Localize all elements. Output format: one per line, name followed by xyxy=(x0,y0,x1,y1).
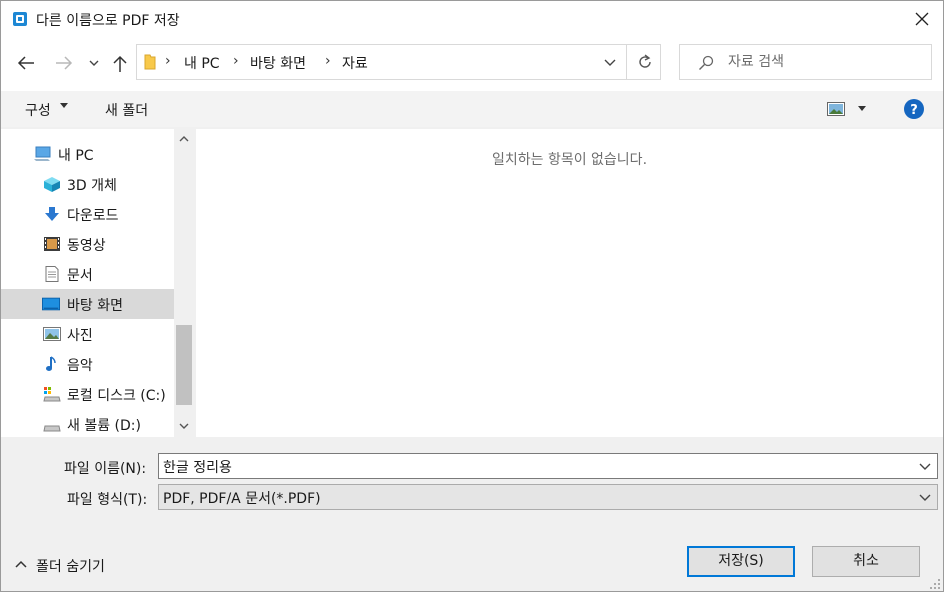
navigation-bar: › 내 PC › 바탕 화면 › 자료 xyxy=(1,37,943,91)
app-icon xyxy=(12,11,28,27)
address-history-dropdown[interactable] xyxy=(597,45,623,79)
back-button[interactable] xyxy=(13,49,37,77)
chevron-up-icon xyxy=(15,560,27,568)
nav-item-music[interactable]: 음악 xyxy=(1,349,174,379)
filename-label: 파일 이름(N): xyxy=(64,461,147,477)
nav-item-volume-d[interactable]: 새 볼륨 (D:) xyxy=(1,409,174,437)
chevron-down-icon xyxy=(604,59,616,66)
filetype-label: 파일 형식(T): xyxy=(67,492,148,508)
nav-item-label: 새 볼륨 (D:) xyxy=(67,418,141,434)
hide-folders-label: 폴더 숨기기 xyxy=(36,559,105,575)
nav-item-label: 바탕 화면 xyxy=(67,298,123,314)
video-icon xyxy=(44,237,60,251)
nav-item-pictures[interactable]: 사진 xyxy=(1,319,174,349)
nav-item-label: 동영상 xyxy=(67,238,106,254)
filename-input[interactable]: 한글 정리용 xyxy=(163,457,232,477)
recent-locations-button[interactable] xyxy=(85,49,103,77)
nav-item-3d-objects[interactable]: 3D 개체 xyxy=(1,169,174,199)
nav-item-label: 내 PC xyxy=(58,148,94,164)
navigation-scrollbar[interactable] xyxy=(174,129,194,437)
document-icon xyxy=(45,266,59,282)
computer-icon xyxy=(34,146,51,161)
music-icon xyxy=(46,356,56,371)
nav-item-videos[interactable]: 동영상 xyxy=(1,229,174,259)
chevron-down-icon xyxy=(89,60,99,66)
desktop-icon xyxy=(42,297,60,311)
nav-item-label: 음악 xyxy=(67,358,93,374)
nav-item-local-disk-c[interactable]: 로컬 디스크 (C:) xyxy=(1,379,174,409)
3d-objects-icon xyxy=(44,177,60,192)
save-form: 파일 이름(N): 한글 정리용 파일 형식(T): PDF, PDF/A 문서… xyxy=(1,438,943,591)
navigation-pane: 내 PC 3D 개체 다운로드 동영상 문서 바탕 화면 사진 음악 로컬 디스… xyxy=(1,129,194,437)
command-bar: 구성 새 폴더 ? xyxy=(1,91,943,127)
arrow-left-icon xyxy=(17,56,34,70)
file-list[interactable]: 일치하는 항목이 없습니다. xyxy=(196,129,943,437)
arrow-right-icon xyxy=(56,56,73,70)
filetype-select[interactable]: PDF, PDF/A 문서(*.PDF) xyxy=(158,484,938,510)
filetype-value: PDF, PDF/A 문서(*.PDF) xyxy=(163,491,321,507)
filename-combobox[interactable]: 한글 정리용 xyxy=(158,453,938,479)
chevron-down-icon[interactable] xyxy=(919,463,931,471)
svg-text:?: ? xyxy=(910,103,918,118)
folder-icon xyxy=(144,54,156,70)
download-icon xyxy=(45,207,59,221)
nav-item-label: 로컬 디스크 (C:) xyxy=(67,388,166,404)
new-folder-button[interactable]: 새 폴더 xyxy=(105,100,148,120)
nav-item-label: 3D 개체 xyxy=(67,178,117,194)
breadcrumb-item[interactable]: 바탕 화면 xyxy=(250,53,306,73)
close-icon xyxy=(915,12,929,26)
window-title: 다른 이름으로 PDF 저장 xyxy=(36,13,180,29)
title-bar: 다른 이름으로 PDF 저장 xyxy=(1,1,943,37)
refresh-icon xyxy=(639,54,651,68)
search-icon xyxy=(699,55,714,70)
arrow-up-icon xyxy=(113,55,127,72)
breadcrumb-separator: › xyxy=(325,53,331,69)
save-as-pdf-dialog: 다른 이름으로 PDF 저장 › 내 PC › 바탕 화면 › 자료 자료 검색… xyxy=(0,0,944,592)
cancel-button[interactable]: 취소 xyxy=(812,546,920,577)
scrollbar-thumb[interactable] xyxy=(176,325,192,405)
nav-item-documents[interactable]: 문서 xyxy=(1,259,174,289)
nav-item-desktop[interactable]: 바탕 화면 xyxy=(1,289,174,319)
help-icon[interactable]: ? xyxy=(904,99,924,119)
view-options-icon[interactable] xyxy=(827,102,845,116)
address-bar[interactable]: › 내 PC › 바탕 화면 › 자료 xyxy=(136,44,661,80)
empty-message: 일치하는 항목이 없습니다. xyxy=(491,152,648,168)
local-disk-icon xyxy=(43,387,61,402)
nav-item-downloads[interactable]: 다운로드 xyxy=(1,199,174,229)
resize-grip-icon[interactable] xyxy=(929,578,941,590)
search-input[interactable] xyxy=(728,51,923,73)
nav-item-label: 사진 xyxy=(67,328,93,344)
caret-down-icon xyxy=(60,103,68,108)
nav-item-label: 다운로드 xyxy=(67,208,119,224)
chevron-up-icon[interactable] xyxy=(179,135,189,142)
up-button[interactable] xyxy=(108,49,132,77)
chevron-down-icon xyxy=(919,494,931,501)
breadcrumb-item[interactable]: 자료 xyxy=(342,53,368,73)
save-button[interactable]: 저장(S) xyxy=(687,546,795,577)
chevron-down-icon[interactable] xyxy=(179,423,189,430)
caret-down-icon[interactable] xyxy=(858,106,866,112)
refresh-button[interactable] xyxy=(626,45,661,79)
breadcrumb-separator: › xyxy=(233,53,239,69)
pictures-icon xyxy=(43,327,61,341)
breadcrumb-separator: › xyxy=(165,53,171,69)
organize-menu[interactable]: 구성 xyxy=(25,100,51,120)
nav-item-this-pc[interactable]: 내 PC xyxy=(1,139,174,169)
close-button[interactable] xyxy=(899,1,944,37)
breadcrumb-item[interactable]: 내 PC xyxy=(184,53,220,73)
drive-icon xyxy=(43,425,61,432)
search-box[interactable] xyxy=(679,44,932,80)
forward-button[interactable] xyxy=(51,49,75,77)
nav-item-label: 문서 xyxy=(67,268,93,284)
